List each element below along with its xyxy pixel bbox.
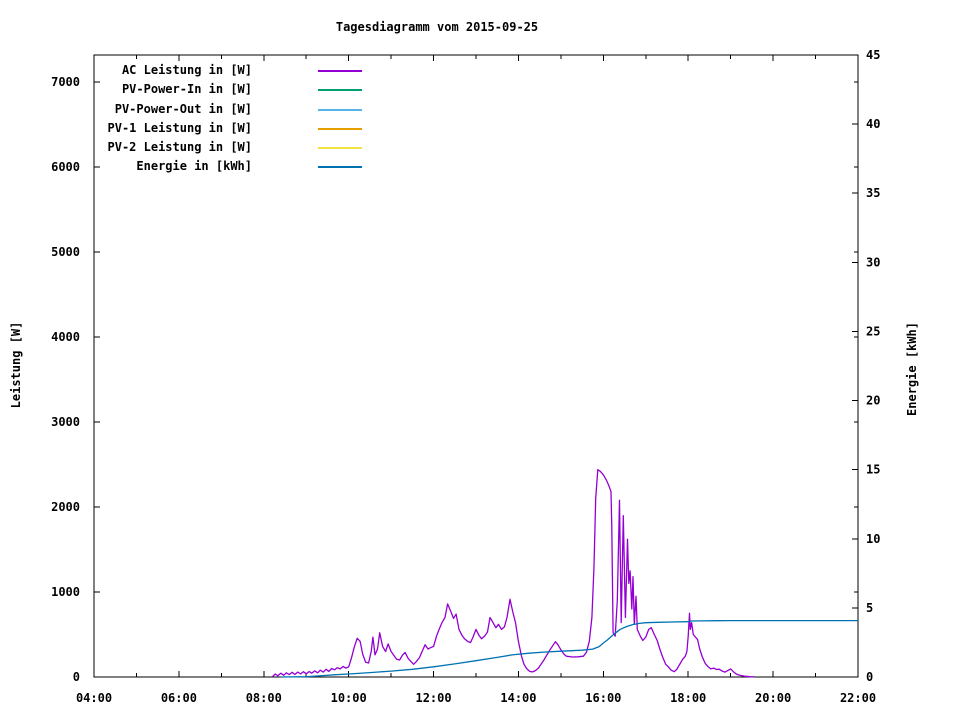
plot-area: 04:00 06:00 08:00 10:00 12:00 14:00 16:00 18:00… bbox=[51, 48, 880, 705]
y-right-tick-label: 15 bbox=[866, 463, 880, 477]
x-tick-label: 14:00 bbox=[500, 691, 536, 705]
x-tick-label: 04:00 bbox=[76, 691, 112, 705]
y-right-tick-label: 10 bbox=[866, 532, 880, 546]
y-right-tick-label: 30 bbox=[866, 255, 880, 269]
y-left-tick-label: 2000 bbox=[51, 500, 80, 514]
x-tick-label: 20:00 bbox=[755, 691, 791, 705]
tagesdiagramm-chart: Tagesdiagramm vom 2015-09-25 AC Leistung… bbox=[0, 0, 960, 720]
y-right-tick-label: 45 bbox=[866, 48, 880, 62]
plot-border bbox=[93, 54, 859, 678]
y-left-tick-label: 0 bbox=[73, 670, 80, 684]
y-left-tick-label: 4000 bbox=[51, 330, 80, 344]
x-tick-label: 18:00 bbox=[670, 691, 706, 705]
series-ac-leistung-in-w- bbox=[271, 469, 755, 678]
y-right-tick-label: 40 bbox=[866, 117, 880, 131]
x-tick-label: 10:00 bbox=[331, 691, 367, 705]
series-energie-in-kwh- bbox=[280, 619, 858, 678]
y-left-tick-label: 3000 bbox=[51, 415, 80, 429]
y-left-tick-label: 7000 bbox=[51, 75, 80, 89]
y-right-tick-label: 25 bbox=[866, 324, 880, 338]
y-right-tick-label: 35 bbox=[866, 186, 880, 200]
x-tick-label: 22:00 bbox=[840, 691, 876, 705]
x-tick-label: 06:00 bbox=[161, 691, 197, 705]
y-left-tick-label: 6000 bbox=[51, 160, 80, 174]
y-right-tick-label: 5 bbox=[866, 601, 873, 615]
y-right-tick-label: 0 bbox=[866, 670, 873, 684]
y-left-tick-label: 1000 bbox=[51, 585, 80, 599]
y-right-tick-label: 20 bbox=[866, 394, 880, 408]
x-tick-label: 08:00 bbox=[246, 691, 282, 705]
y-left-tick-label: 5000 bbox=[51, 245, 80, 259]
x-tick-label: 12:00 bbox=[415, 691, 451, 705]
x-tick-label: 16:00 bbox=[585, 691, 621, 705]
